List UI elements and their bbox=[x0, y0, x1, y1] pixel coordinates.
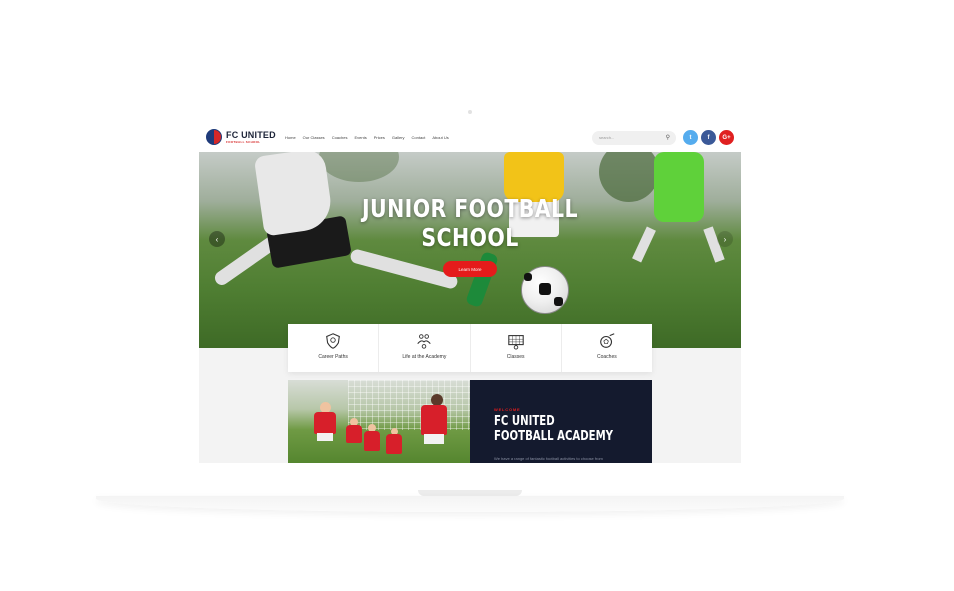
search-placeholder: search... bbox=[599, 135, 615, 140]
goal-icon bbox=[507, 335, 524, 350]
nav-item-home[interactable]: Home bbox=[285, 135, 296, 140]
feature-label: Coaches bbox=[597, 354, 617, 360]
feature-classes[interactable]: Classes bbox=[471, 324, 562, 372]
google-plus-icon[interactable]: G+ bbox=[719, 130, 734, 145]
feature-label: Classes bbox=[506, 354, 525, 360]
feature-life-at-academy[interactable]: Life at the Academy bbox=[379, 324, 471, 372]
facebook-icon[interactable]: f bbox=[701, 130, 716, 145]
feature-label: Career Paths bbox=[318, 354, 348, 360]
chevron-left-icon[interactable]: ‹ bbox=[209, 231, 225, 247]
welcome-title: FC UNITED FOOTBALL ACADEMY bbox=[494, 414, 613, 444]
kid-player bbox=[386, 434, 402, 454]
ball-icon bbox=[600, 333, 615, 348]
feature-coaches[interactable]: Coaches bbox=[562, 324, 652, 372]
nav-item-prices[interactable]: Prices bbox=[374, 135, 385, 140]
shield-icon bbox=[326, 333, 341, 349]
goal-net bbox=[348, 380, 470, 430]
welcome-kicker: WELCOME bbox=[494, 407, 521, 412]
laptop-screen: FC UNITED FOOTBALL SCHOOL Home Our Class… bbox=[199, 123, 741, 463]
nav-item-our-classes[interactable]: Our Classes bbox=[303, 135, 325, 140]
main-nav: Home Our Classes Coaches Events Prices G… bbox=[285, 135, 449, 140]
nav-item-about-us[interactable]: About Us bbox=[432, 135, 448, 140]
nav-item-gallery[interactable]: Gallery bbox=[392, 135, 405, 140]
hero-slider: JUNIOR FOOTBALL SCHOOL Learn More ‹ › bbox=[199, 152, 741, 348]
site-header: FC UNITED FOOTBALL SCHOOL Home Our Class… bbox=[199, 123, 741, 153]
twitter-icon[interactable]: t bbox=[683, 130, 698, 145]
kid-player bbox=[421, 405, 447, 435]
chevron-right-icon[interactable]: › bbox=[717, 231, 733, 247]
welcome-title-line: FC UNITED bbox=[494, 414, 555, 429]
search-icon[interactable]: ⚲ bbox=[666, 134, 670, 141]
search-input[interactable]: search... ⚲ bbox=[592, 131, 676, 145]
welcome-title-line: FOOTBALL ACADEMY bbox=[494, 429, 614, 444]
welcome-panel: WELCOME FC UNITED FOOTBALL ACADEMY We ha… bbox=[470, 380, 652, 463]
players-icon bbox=[417, 334, 432, 349]
feature-career-paths[interactable]: Career Paths bbox=[288, 324, 380, 372]
academy-photo bbox=[288, 380, 470, 463]
kid-player bbox=[317, 433, 333, 441]
hero-title: JUNIOR FOOTBALL SCHOOL bbox=[248, 194, 692, 252]
logo-name: FC UNITED bbox=[226, 129, 276, 140]
laptop-camera bbox=[468, 110, 472, 114]
site-logo[interactable]: FC UNITED FOOTBALL SCHOOL bbox=[206, 129, 276, 145]
welcome-text: We have a range of fantastic football ac… bbox=[494, 456, 603, 461]
laptop-base bbox=[96, 496, 844, 512]
hero-title-line: JUNIOR FOOTBALL bbox=[361, 194, 579, 223]
learn-more-button[interactable]: Learn More bbox=[443, 261, 497, 277]
kid-player bbox=[314, 412, 336, 434]
hero-title-line: SCHOOL bbox=[421, 223, 519, 252]
player-striker bbox=[465, 250, 499, 309]
features-bar: Career Paths Life at the Academy Classes bbox=[288, 324, 652, 372]
feature-label: Life at the Academy bbox=[402, 354, 447, 360]
background-tree bbox=[319, 152, 399, 182]
nav-item-events[interactable]: Events bbox=[354, 135, 366, 140]
nav-item-coaches[interactable]: Coaches bbox=[332, 135, 348, 140]
crest-icon bbox=[206, 129, 222, 145]
kid-player bbox=[346, 425, 362, 443]
nav-item-contact[interactable]: Contact bbox=[412, 135, 426, 140]
kid-player bbox=[364, 431, 380, 451]
kid-player bbox=[424, 434, 444, 444]
football-image bbox=[521, 266, 569, 314]
logo-subtitle: FOOTBALL SCHOOL bbox=[226, 139, 261, 144]
